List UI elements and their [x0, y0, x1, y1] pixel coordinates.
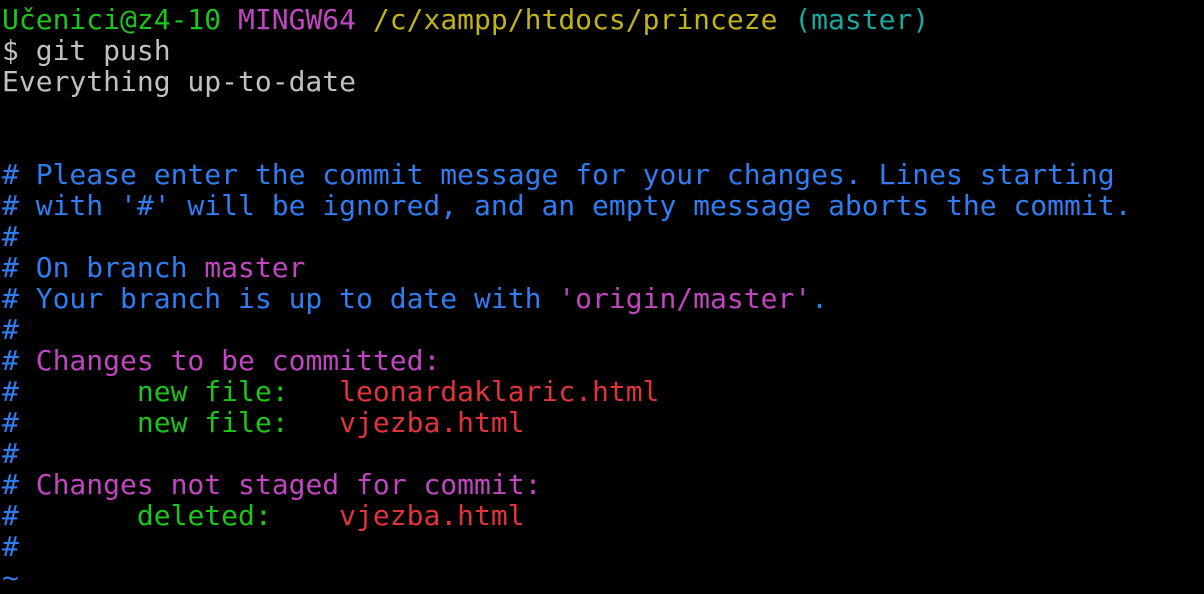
file-status: deleted: — [136, 499, 272, 532]
on-branch-line: # On branch master — [2, 252, 1204, 283]
unstaged-header: Changes not staged for commit: — [35, 468, 542, 501]
file-name: leonardaklaric.html — [339, 375, 660, 408]
comment-hash: # — [2, 406, 19, 439]
command-output: Everything up-to-date — [2, 65, 357, 98]
your-branch-suffix: . — [811, 282, 829, 315]
comment-hash: # — [2, 313, 19, 346]
shell-prompt: Učenici@z4-10 MINGW64 /c/xampp/htdocs/pr… — [2, 4, 1204, 35]
prompt-path: /c/xampp/htdocs/princeze — [372, 3, 778, 36]
command-line: $ git push — [2, 34, 171, 67]
file-name: vjezba.html — [339, 499, 525, 532]
on-branch-prefix: # On branch — [2, 251, 205, 284]
on-branch-name: master — [204, 251, 306, 284]
editor-tilde: ~ — [2, 561, 19, 594]
comment-hash: # — [2, 530, 19, 563]
staged-header-line: # Changes to be committed: — [2, 345, 1204, 376]
comment-hash: # — [2, 375, 19, 408]
comment-line-2: # with '#' will be ignored, and an empty… — [2, 189, 1132, 222]
unstaged-header-line: # Changes not staged for commit: — [2, 469, 1204, 500]
file-name: vjezba.html — [339, 406, 525, 439]
your-branch-line: # Your branch is up to date with 'origin… — [2, 283, 1204, 314]
your-branch-remote: 'origin/master' — [558, 282, 812, 315]
prompt-branch: (master) — [794, 3, 930, 36]
your-branch-prefix: # Your branch is up to date with — [2, 282, 559, 315]
staged-header: Changes to be committed: — [35, 344, 441, 377]
comment-line-1: # Please enter the commit message for yo… — [2, 158, 1115, 191]
file-status: new file: — [136, 375, 289, 408]
comment-hash: # — [2, 344, 19, 377]
prompt-user-host: Učenici@z4-10 — [2, 3, 222, 36]
comment-hash: # — [2, 468, 19, 501]
staged-file-row: # new file: leonardaklaric.html — [2, 376, 1204, 407]
prompt-system: MINGW64 — [238, 3, 357, 36]
comment-hash: # — [2, 437, 19, 470]
comment-hash: # — [2, 220, 19, 253]
staged-file-row: # new file: vjezba.html — [2, 407, 1204, 438]
comment-hash: # — [2, 499, 19, 532]
file-status: new file: — [136, 406, 289, 439]
terminal-window[interactable]: Učenici@z4-10 MINGW64 /c/xampp/htdocs/pr… — [0, 0, 1204, 593]
unstaged-file-row: # deleted: vjezba.html — [2, 500, 1204, 531]
